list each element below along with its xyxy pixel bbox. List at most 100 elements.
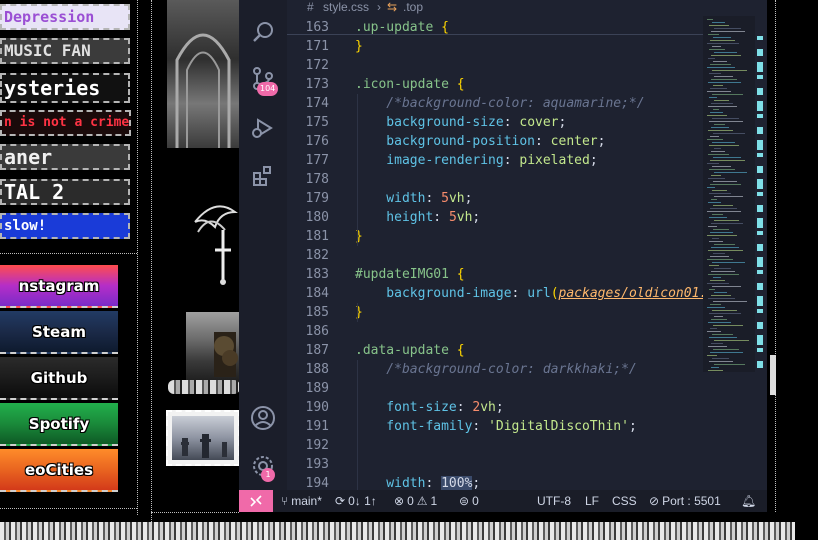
language-mode-item[interactable]: CSS [612,490,637,512]
scrollbar-marker [757,270,763,274]
line-number: 186 [305,324,329,339]
code-token: ; [495,400,504,415]
stamp-button: Depression [0,4,130,30]
line-number: 192 [305,438,329,453]
line-number: 173 [305,77,329,92]
code-token: vh [480,400,496,415]
minimap-line [712,310,737,311]
code-line: background-size: cover; [355,113,566,132]
branch-item[interactable]: ⑂ main* [281,490,322,512]
minimap-line [713,109,719,110]
minimap-line [712,166,731,167]
minimap-line [711,79,737,80]
minimap-line [708,370,723,371]
minimap-line [712,358,729,359]
minimap-line [713,301,747,302]
minimap-line [709,73,721,74]
scrollbar-marker [757,127,763,134]
line-number: 187 [305,343,329,358]
scrollbar-marker [757,335,763,345]
minimap-line [707,307,725,308]
section-divider [0,508,137,509]
minimap-line [711,343,723,344]
line-number: 193 [305,457,329,472]
code-token: : [456,400,473,415]
extensions-icon[interactable] [249,162,277,190]
minimap-line [711,271,735,272]
code-token: background-image [355,286,512,301]
scrollbar-marker [757,101,763,111]
breadcrumb-symbol[interactable]: .top [403,0,423,14]
minimap-line [713,61,727,62]
sync-status: 0↓ 1↑ [348,494,377,508]
code-token: : [425,476,442,490]
social-link-button[interactable]: eoCities [0,449,118,492]
search-icon[interactable] [249,18,277,46]
code-token: : [472,419,489,434]
minimap-line [708,298,735,299]
minimap-line [707,355,717,356]
minimap-line [710,208,737,209]
minimap-line [711,319,727,320]
social-link-button[interactable]: Github [0,357,118,400]
encoding-item[interactable]: UTF-8 [537,490,571,512]
minimap-line [714,364,745,365]
code-token: vh [448,191,465,206]
line-number: 188 [305,362,329,377]
eol-item[interactable]: LF [585,490,599,512]
minimap-line [713,37,731,38]
line-number: 182 [305,248,329,263]
code-line: .icon-update { [355,75,465,94]
notifications-bell-icon[interactable]: 🔔︎ [741,490,756,512]
social-link-button[interactable]: Steam [0,311,118,354]
vertical-scrollbar[interactable] [755,16,767,490]
code-token: ; [597,134,606,149]
code-token: #updateIMG01 [355,267,457,282]
minimap-line [711,31,745,32]
code-editor[interactable]: 163 .up-update {171} 172 173 .icon-update {1… [287,16,703,490]
minimap-line [713,229,729,230]
minimap-line [713,85,723,86]
minimap-line [713,157,741,158]
sync-item[interactable]: ⟳ 0↓ 1↑ [335,490,377,512]
minimap-line [711,367,719,368]
scrollbar-marker [757,114,763,118]
minimap-line [707,43,739,44]
broadcast-icon: ⊜ [459,494,470,508]
account-icon[interactable] [249,404,277,432]
code-token: ; [589,153,598,168]
social-link-button[interactable]: Spotify [0,403,118,446]
run-debug-icon[interactable] [249,114,277,142]
live-server-item[interactable]: ⊘ Port : 5501 [649,490,721,512]
gravestone-photo [186,312,239,382]
scrollbar-marker [757,218,763,228]
minimap-line [714,28,741,29]
minimap-line [711,151,725,152]
remote-indicator[interactable] [239,490,273,512]
ports-item[interactable]: ⊜ 0 [459,490,479,512]
minimap[interactable] [703,16,755,372]
minimap-line [714,100,729,101]
minimap-line [709,193,731,194]
minimap-line [707,139,723,140]
live-server-port: Port : 5501 [662,494,721,508]
minimap-line [708,106,737,107]
code-token: { [456,77,465,92]
minimap-line [713,205,733,206]
breadcrumb-file[interactable]: style.css [323,0,369,14]
scrollbar-marker [757,88,763,95]
code-token: center [550,134,598,149]
minimap-line [708,226,717,227]
line-number: 171 [305,39,329,54]
minimap-line [712,262,745,263]
social-link-button[interactable]: nstagram [0,265,118,308]
minimap-line [712,238,719,239]
warning-icon: ⚠ [416,494,428,508]
code-token: height [355,210,434,225]
scrollbar-marker [757,153,763,157]
minimap-line [712,214,723,215]
minimap-line [714,268,731,269]
remote-icon [250,495,262,507]
line-number: 189 [305,381,329,396]
problems-item[interactable]: ⊗ 0 ⚠ 1 [394,490,437,512]
